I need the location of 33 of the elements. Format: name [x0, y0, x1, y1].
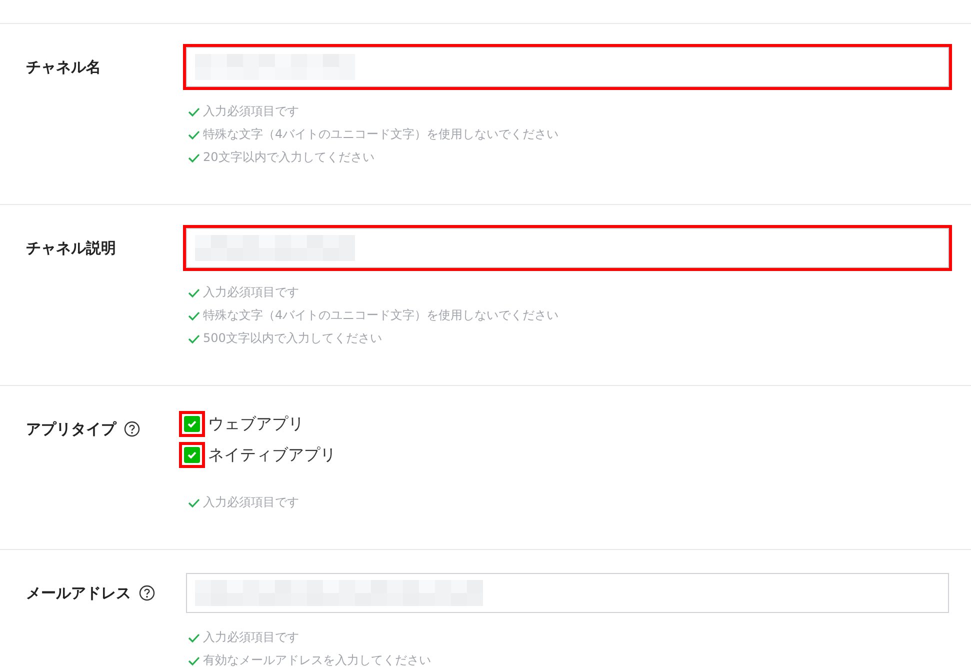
check-icon: [188, 310, 200, 320]
tick-icon: [187, 451, 197, 459]
hint-text: 入力必須項目です: [203, 103, 299, 120]
field-label: チャネル説明: [26, 238, 116, 259]
help-icon[interactable]: [124, 421, 140, 437]
check-icon: [188, 334, 200, 344]
help-icon[interactable]: [139, 585, 155, 601]
hint-text: 入力必須項目です: [203, 284, 299, 301]
text-input-field[interactable]: [186, 47, 949, 87]
checkbox[interactable]: [184, 447, 200, 463]
check-icon: [188, 106, 200, 116]
hint-text: 特殊な文字（4バイトのユニコード文字）を使用しないでください: [203, 126, 559, 143]
check-icon: [188, 130, 200, 140]
field-label: アプリタイプ: [26, 418, 116, 440]
checkbox[interactable]: [184, 416, 200, 432]
hint-text: 入力必須項目です: [203, 629, 299, 646]
text-input-field[interactable]: [186, 228, 949, 268]
hint-text: 特殊な文字（4バイトのユニコード文字）を使用しないでください: [203, 307, 559, 324]
checkbox-label: ネイティブアプリ: [208, 444, 336, 466]
tick-icon: [187, 420, 197, 428]
hint-text: 入力必須項目です: [203, 494, 299, 511]
check-icon: [188, 152, 200, 162]
hint-text: 500文字以内で入力してください: [203, 330, 382, 347]
checkbox-label: ウェブアプリ: [208, 413, 304, 435]
hint-text: 有効なメールアドレスを入力してください: [203, 652, 431, 667]
check-icon: [188, 656, 200, 666]
check-icon: [188, 632, 200, 642]
check-icon: [188, 288, 200, 298]
field-label: メールアドレス: [26, 582, 131, 604]
text-input-field[interactable]: [186, 573, 949, 613]
check-icon: [188, 498, 200, 508]
field-label: チャネル名: [26, 56, 101, 78]
hint-text: 20文字以内で入力してください: [203, 149, 374, 166]
